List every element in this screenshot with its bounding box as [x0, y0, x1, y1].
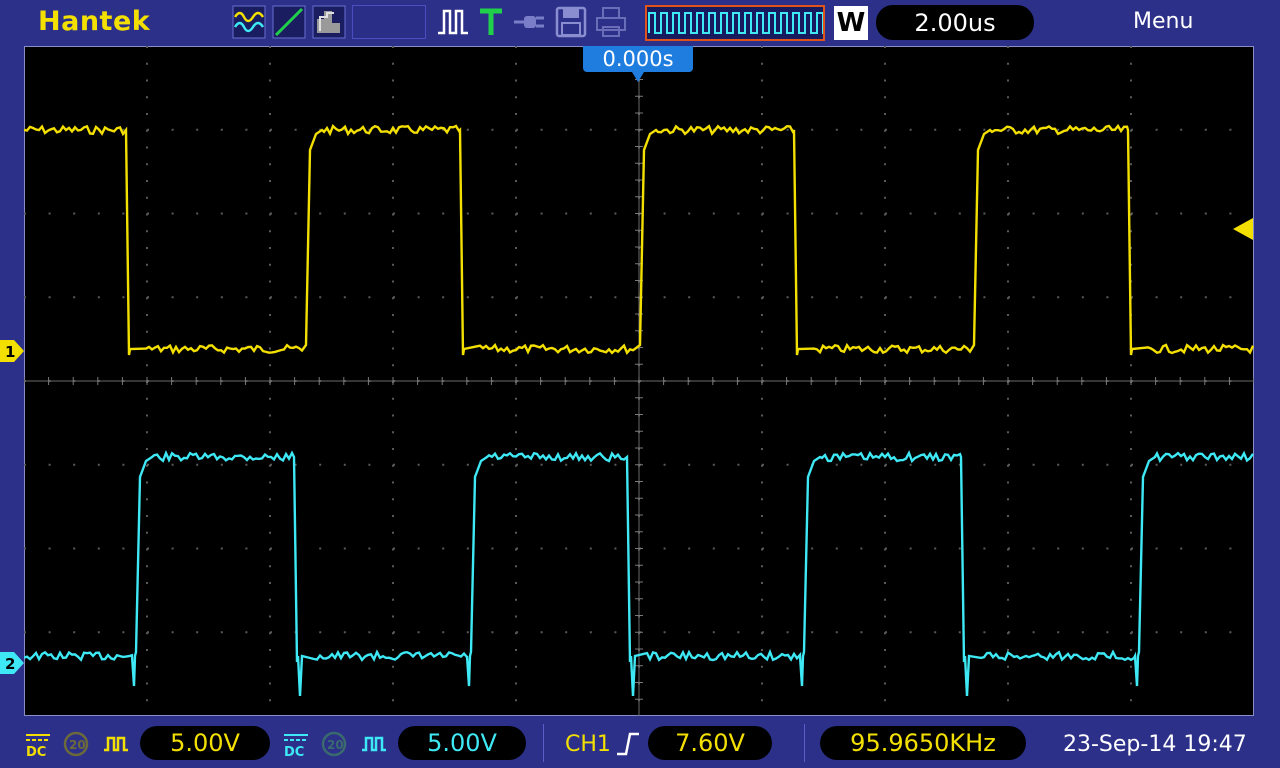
- top-toolbar: Hantek W 2.00us Menu: [0, 0, 1280, 46]
- brand-logo: Hantek: [38, 6, 151, 37]
- ch1-ground-marker[interactable]: 1: [0, 340, 24, 362]
- oscilloscope-window: Hantek W 2.00us Menu 0.000s 1 2 DC 20 5.…: [0, 0, 1280, 768]
- trigger-t-icon[interactable]: [474, 5, 508, 39]
- ch1-bandwidth-icon[interactable]: 20: [62, 730, 90, 758]
- rising-edge-icon[interactable]: [614, 730, 642, 758]
- trigger-position-readout[interactable]: 0.000s: [583, 46, 693, 72]
- ch2-invert-icon[interactable]: [360, 730, 388, 758]
- svg-text:20: 20: [327, 738, 344, 752]
- probe-icon[interactable]: [512, 5, 546, 39]
- trigger-position-arrow: [632, 72, 644, 82]
- timebase-readout[interactable]: 2.00us: [876, 5, 1034, 40]
- svg-text:2: 2: [5, 655, 15, 673]
- acquire-mode-box[interactable]: [352, 5, 426, 39]
- ch2-volts-per-div[interactable]: 5.00V: [398, 726, 526, 760]
- svg-text:DC: DC: [26, 745, 46, 758]
- ch2-trace: [24, 449, 1254, 697]
- pulse-icon[interactable]: [436, 5, 470, 39]
- ch2-bandwidth-icon[interactable]: 20: [320, 730, 348, 758]
- ch1-coupling-icon[interactable]: DC: [24, 730, 52, 758]
- ch2-ground-marker[interactable]: 2: [0, 652, 24, 674]
- menu-button[interactable]: Menu: [1133, 9, 1193, 34]
- trigger-level-readout[interactable]: 7.60V: [648, 726, 772, 760]
- trigger-mode-button[interactable]: W: [834, 6, 868, 40]
- trigger-level-marker[interactable]: [1233, 218, 1253, 240]
- print-icon[interactable]: [594, 5, 628, 39]
- waveform-overview[interactable]: [645, 5, 829, 41]
- svg-text:1: 1: [5, 343, 15, 361]
- save-icon[interactable]: [554, 5, 588, 39]
- ch2-coupling-icon[interactable]: DC: [282, 730, 310, 758]
- ch1-trace: [24, 123, 1254, 356]
- trigger-source-label[interactable]: CH1: [565, 732, 611, 757]
- ch1-invert-icon[interactable]: [102, 730, 130, 758]
- svg-text:20: 20: [69, 738, 86, 752]
- line-mode-icon[interactable]: [272, 5, 306, 39]
- svg-text:DC: DC: [284, 745, 304, 758]
- ch1-volts-per-div[interactable]: 5.00V: [140, 726, 270, 760]
- divider: [543, 724, 544, 762]
- status-bar: DC 20 5.00V DC 20 5.00V CH1 7.60V 95.965…: [0, 718, 1280, 768]
- divider: [804, 724, 805, 762]
- datetime-readout: 23-Sep-14 19:47: [1063, 732, 1247, 757]
- trace-area: [24, 123, 1254, 697]
- persist-icon[interactable]: [312, 5, 346, 39]
- frequency-readout: 95.9650KHz: [820, 726, 1026, 760]
- wave-mode-icon[interactable]: [232, 5, 266, 39]
